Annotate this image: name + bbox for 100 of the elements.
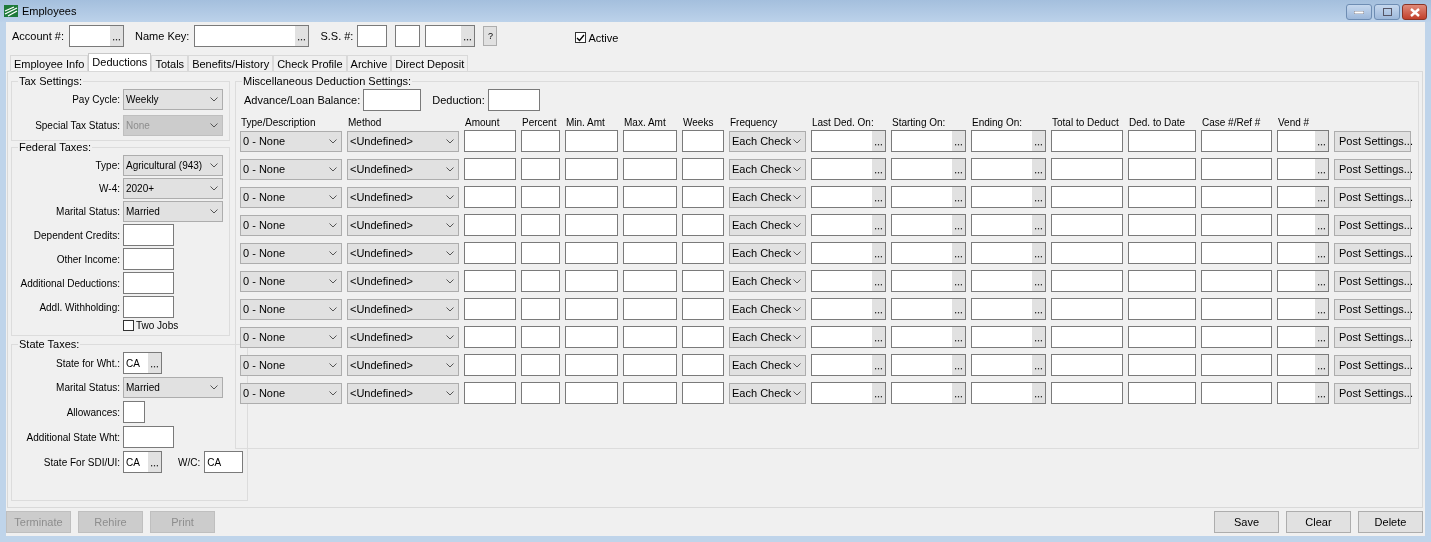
text-field[interactable] — [623, 214, 677, 236]
text-field[interactable] — [565, 270, 618, 292]
text-field[interactable] — [464, 158, 516, 180]
dropdown[interactable]: <Undefined> — [347, 382, 459, 404]
text-field[interactable] — [487, 89, 540, 111]
text-field[interactable] — [623, 130, 677, 152]
text-field[interactable] — [123, 296, 174, 318]
tab[interactable]: Archive — [346, 55, 392, 71]
text-field[interactable] — [1201, 298, 1272, 320]
text-field[interactable] — [464, 270, 516, 292]
tab[interactable]: Direct Deposit — [391, 55, 469, 71]
text-field[interactable] — [1201, 382, 1272, 404]
text-field[interactable] — [682, 354, 724, 376]
text-field[interactable] — [565, 354, 618, 376]
text-field[interactable] — [623, 158, 677, 180]
text-field[interactable] — [682, 214, 724, 236]
action-button[interactable]: Save — [1214, 511, 1279, 533]
dropdown[interactable]: Each Check — [729, 382, 806, 404]
checkbox[interactable] — [123, 320, 134, 331]
text-field[interactable] — [1128, 382, 1196, 404]
text-field[interactable] — [682, 130, 724, 152]
minimize-button[interactable] — [1346, 4, 1372, 20]
dropdown[interactable]: Each Check — [729, 326, 806, 348]
help-button[interactable]: ? — [483, 26, 498, 46]
close-button[interactable] — [1402, 4, 1427, 20]
dropdown[interactable]: Each Check — [729, 298, 806, 320]
text-field[interactable] — [123, 248, 174, 270]
text-field[interactable] — [565, 158, 618, 180]
text-field[interactable] — [123, 272, 174, 294]
text-field[interactable] — [1128, 186, 1196, 208]
text-field[interactable] — [1051, 270, 1123, 292]
dropdown[interactable]: <Undefined> — [347, 270, 459, 292]
dropdown[interactable]: 2020+ — [123, 178, 223, 199]
dropdown[interactable]: <Undefined> — [347, 186, 459, 208]
text-field[interactable] — [1128, 214, 1196, 236]
dropdown[interactable]: 0 - None — [240, 298, 342, 320]
text-field[interactable] — [123, 401, 145, 423]
text-field[interactable] — [464, 242, 516, 264]
text-field[interactable] — [521, 130, 560, 152]
text-field[interactable] — [1128, 354, 1196, 376]
text-field[interactable] — [521, 326, 560, 348]
text-field[interactable] — [682, 242, 724, 264]
text-field[interactable] — [1201, 214, 1272, 236]
text-field[interactable] — [1051, 158, 1123, 180]
text-field[interactable] — [357, 25, 388, 47]
dropdown[interactable]: Each Check — [729, 186, 806, 208]
dropdown[interactable]: 0 - None — [240, 354, 342, 376]
action-button[interactable]: Clear — [1286, 511, 1351, 533]
text-field[interactable] — [682, 326, 724, 348]
text-field[interactable] — [623, 382, 677, 404]
dropdown[interactable]: <Undefined> — [347, 130, 459, 152]
text-field[interactable] — [464, 298, 516, 320]
dropdown[interactable]: 0 - None — [240, 214, 342, 236]
text-field[interactable] — [1128, 158, 1196, 180]
tab[interactable]: Check Profile — [273, 55, 347, 71]
text-field[interactable] — [1201, 354, 1272, 376]
text-field[interactable] — [1128, 298, 1196, 320]
text-field[interactable] — [363, 89, 422, 111]
text-field[interactable] — [395, 25, 421, 47]
text-field[interactable] — [464, 214, 516, 236]
text-field[interactable] — [1201, 186, 1272, 208]
text-field[interactable] — [1051, 298, 1123, 320]
text-field[interactable] — [565, 130, 618, 152]
dropdown[interactable]: <Undefined> — [347, 354, 459, 376]
text-field[interactable] — [623, 326, 677, 348]
dropdown[interactable]: Each Check — [729, 242, 806, 264]
text-field[interactable] — [123, 426, 174, 448]
text-field[interactable] — [521, 354, 560, 376]
text-field[interactable] — [682, 298, 724, 320]
text-field[interactable]: CA — [204, 451, 244, 473]
dropdown[interactable]: 0 - None — [240, 326, 342, 348]
text-field[interactable] — [1201, 326, 1272, 348]
text-field[interactable] — [1051, 326, 1123, 348]
text-field[interactable] — [123, 224, 174, 246]
text-field[interactable] — [1051, 382, 1123, 404]
post-settings-button[interactable]: Post Settings... — [1334, 298, 1411, 320]
dropdown[interactable]: Married — [123, 201, 223, 222]
dropdown[interactable]: 0 - None — [240, 130, 342, 152]
dropdown[interactable]: Weekly — [123, 89, 223, 110]
text-field[interactable] — [1051, 242, 1123, 264]
text-field[interactable] — [1051, 186, 1123, 208]
text-field[interactable] — [623, 354, 677, 376]
text-field[interactable] — [623, 242, 677, 264]
text-field[interactable] — [1201, 130, 1272, 152]
text-field[interactable] — [1201, 242, 1272, 264]
dropdown[interactable]: <Undefined> — [347, 242, 459, 264]
text-field[interactable] — [565, 298, 618, 320]
text-field[interactable] — [1128, 130, 1196, 152]
dropdown[interactable]: 0 - None — [240, 270, 342, 292]
tab[interactable]: Benefits/History — [188, 55, 274, 71]
text-field[interactable] — [464, 382, 516, 404]
post-settings-button[interactable]: Post Settings... — [1334, 214, 1411, 236]
text-field[interactable] — [521, 270, 560, 292]
text-field[interactable] — [521, 298, 560, 320]
text-field[interactable] — [464, 130, 516, 152]
dropdown[interactable]: Each Check — [729, 130, 806, 152]
text-field[interactable] — [623, 270, 677, 292]
text-field[interactable] — [521, 382, 560, 404]
text-field[interactable] — [682, 270, 724, 292]
dropdown[interactable]: Each Check — [729, 270, 806, 292]
